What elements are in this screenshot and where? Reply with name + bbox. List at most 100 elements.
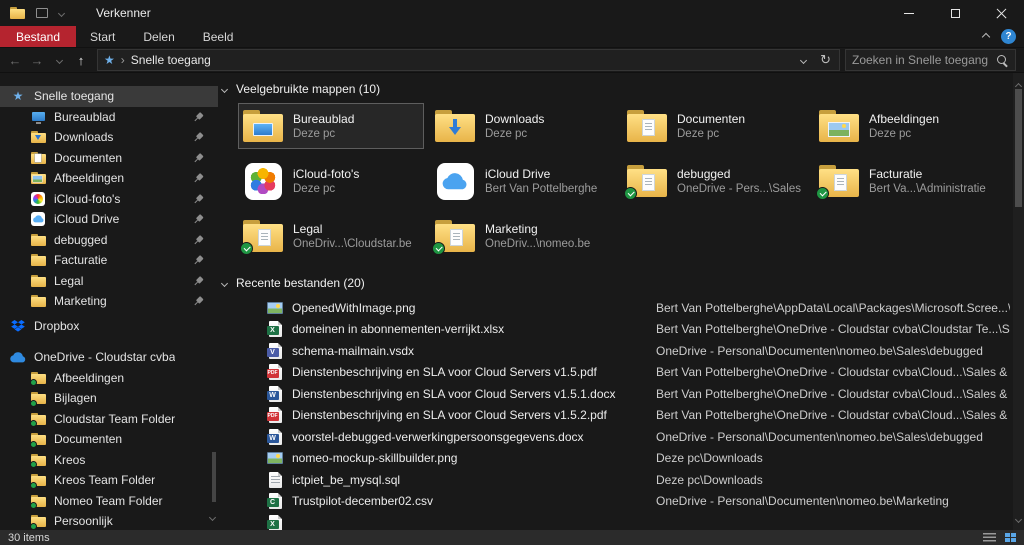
tab-bestand[interactable]: Bestand: [0, 26, 77, 47]
file-row[interactable]: nomeo-mockup-skillbuilder.png Deze pc\Do…: [222, 448, 1010, 470]
minimize-button[interactable]: [886, 0, 932, 26]
scrollbar-thumb[interactable]: [1015, 89, 1022, 207]
folder-tile-afbeeldingen[interactable]: Afbeeldingen Deze pc: [814, 103, 1000, 149]
pictures-folder-icon: [30, 171, 46, 186]
excel-file-icon: [266, 514, 284, 530]
quick-access-toolbar-icon[interactable]: [36, 8, 48, 18]
folder-tile-bureaublad[interactable]: Bureaublad Deze pc: [238, 103, 424, 149]
sidebar-item-debugged[interactable]: debugged: [0, 230, 218, 251]
sidebar-item-dropbox[interactable]: Dropbox: [0, 316, 218, 337]
breadcrumb-location[interactable]: Snelle toegang: [131, 53, 211, 67]
sidebar-item-downloads[interactable]: Downloads: [0, 127, 218, 148]
help-button[interactable]: ?: [1001, 29, 1016, 44]
folder-tile-downloads[interactable]: Downloads Deze pc: [430, 103, 616, 149]
folder-tile-marketing[interactable]: Marketing OneDriv...\nomeo.be: [430, 213, 616, 259]
sidebar-item-documenten[interactable]: Documenten: [0, 148, 218, 169]
file-name: domeinen in abonnementen-verrijkt.xlsx: [292, 322, 505, 337]
file-row[interactable]: ictpiet_be_mysql.sql Deze pc\Downloads: [222, 469, 1010, 491]
downloads-folder-icon: [433, 105, 477, 147]
icloud-drive-icon: [433, 160, 477, 202]
file-row[interactable]: schema-mailmain.vsdx OneDrive - Personal…: [222, 340, 1010, 362]
file-path: OneDrive - Personal\Documenten\nomeo.be\…: [656, 343, 983, 358]
folder-tile-documenten[interactable]: Documenten Deze pc: [622, 103, 808, 149]
file-name: voorstel-debugged-verwerkingpersoonsgege…: [292, 429, 584, 444]
sidebar-item-afbeeldingen[interactable]: Afbeeldingen: [0, 168, 218, 189]
close-button[interactable]: [978, 0, 1024, 26]
file-row[interactable]: Dienstenbeschrijving en SLA voor Cloud S…: [222, 362, 1010, 384]
recent-locations-button[interactable]: [48, 49, 70, 71]
search-box[interactable]: [845, 49, 1016, 71]
scroll-down-icon[interactable]: [1014, 511, 1023, 525]
details-view-button[interactable]: [983, 532, 996, 543]
collapse-section-icon[interactable]: [220, 85, 229, 93]
address-dropdown-icon[interactable]: [800, 56, 808, 64]
sidebar-item-snelle-toegang[interactable]: ★ Snelle toegang: [0, 86, 218, 107]
close-icon: [996, 8, 1007, 19]
sidebar-item-bureaublad[interactable]: Bureaublad: [0, 107, 218, 128]
folder-icon: [30, 232, 46, 247]
sidebar-item-kreos-team-folder[interactable]: Kreos Team Folder: [0, 470, 218, 491]
sidebar-item-kreos[interactable]: Kreos: [0, 450, 218, 471]
collapse-ribbon-icon[interactable]: [981, 32, 991, 41]
sidebar-item-label: Persoonlijk: [54, 514, 113, 529]
folder-name: debugged: [677, 166, 731, 181]
file-row[interactable]: [222, 512, 1010, 530]
frequent-folders-header[interactable]: Veelgebruikte mappen (10): [220, 81, 1010, 97]
synced-folder-icon: [30, 473, 46, 489]
folder-name: iCloud Drive: [485, 166, 551, 181]
sidebar-item-od-documenten[interactable]: Documenten: [0, 429, 218, 450]
ribbon-tab-bar: Bestand Start Delen Beeld ?: [0, 26, 1024, 48]
pin-icon: [190, 149, 207, 166]
sidebar-item-facturatie[interactable]: Facturatie: [0, 250, 218, 271]
dropbox-icon: [10, 318, 26, 333]
folder-name: Legal: [293, 221, 323, 236]
folder-tile-facturatie[interactable]: Facturatie Bert Va...\Administratie: [814, 158, 1000, 204]
folder-tile-debugged[interactable]: debugged OneDrive - Pers...\Sales: [622, 158, 808, 204]
status-bar: 30 items: [0, 530, 1024, 545]
collapse-section-icon[interactable]: [220, 279, 229, 287]
folder-tile-icloud-drive[interactable]: iCloud Drive Bert Van Pottelberghe: [430, 158, 616, 204]
sidebar-item-nomeo-team-folder[interactable]: Nomeo Team Folder: [0, 491, 218, 512]
recent-files-header[interactable]: Recente bestanden (20): [220, 275, 1010, 291]
tab-start[interactable]: Start: [76, 26, 129, 47]
tab-beeld[interactable]: Beeld: [189, 26, 248, 47]
pin-icon: [190, 272, 207, 289]
sidebar-item-icloud-drive[interactable]: iCloud Drive: [0, 209, 218, 230]
back-button[interactable]: ←: [4, 49, 26, 71]
content-scrollbar[interactable]: [1013, 73, 1024, 530]
search-icon[interactable]: [996, 54, 1009, 67]
csv-file-icon: [266, 493, 284, 510]
file-row[interactable]: domeinen in abonnementen-verrijkt.xlsx B…: [222, 319, 1010, 341]
sidebar-scrollbar-thumb[interactable]: [212, 452, 216, 502]
search-input[interactable]: [852, 53, 996, 67]
file-row[interactable]: Dienstenbeschrijving en SLA voor Cloud S…: [222, 383, 1010, 405]
sidebar-item-legal[interactable]: Legal: [0, 271, 218, 292]
sidebar-scroll-down-icon[interactable]: [208, 509, 217, 523]
synced-folder-icon: [30, 391, 46, 407]
sidebar-item-od-afbeeldingen[interactable]: Afbeeldingen: [0, 368, 218, 389]
navigation-pane: ★ Snelle toegang Bureaublad Downloads Do…: [0, 73, 218, 530]
folder-tile-legal[interactable]: Legal OneDriv...\Cloudstar.be: [238, 213, 424, 259]
sidebar-item-persoonlijk[interactable]: Persoonlijk: [0, 511, 218, 530]
quick-access-toolbar-chevron-icon[interactable]: [57, 9, 66, 17]
tab-delen[interactable]: Delen: [129, 26, 188, 47]
refresh-icon[interactable]: ↻: [820, 52, 831, 68]
file-row[interactable]: OpenedWithImage.png Bert Van Pottelbergh…: [222, 297, 1010, 319]
large-icons-view-button[interactable]: [1005, 533, 1016, 542]
up-button[interactable]: ↑: [70, 49, 92, 71]
forward-button[interactable]: →: [26, 49, 48, 71]
sidebar-item-onedrive-cloudstar[interactable]: OneDrive - Cloudstar cvba: [0, 347, 218, 368]
file-row[interactable]: voorstel-debugged-verwerkingpersoonsgege…: [222, 426, 1010, 448]
file-row[interactable]: Dienstenbeschrijving en SLA voor Cloud S…: [222, 405, 1010, 427]
sidebar-item-cloudstar-team-folder[interactable]: Cloudstar Team Folder: [0, 409, 218, 430]
onedrive-icon: [10, 350, 26, 365]
sidebar-item-marketing[interactable]: Marketing: [0, 291, 218, 312]
sidebar-item-label: Legal: [54, 273, 84, 288]
address-bar[interactable]: ★ › Snelle toegang ↻: [97, 49, 840, 71]
folder-tile-icloud-fotos[interactable]: iCloud-foto's Deze pc: [238, 158, 424, 204]
maximize-button[interactable]: [932, 0, 978, 26]
sidebar-item-bijlagen[interactable]: Bijlagen: [0, 388, 218, 409]
file-row[interactable]: Trustpilot-december02.csv OneDrive - Per…: [222, 491, 1010, 513]
sidebar-item-icloud-fotos[interactable]: iCloud-foto's: [0, 189, 218, 210]
file-name: OpenedWithImage.png: [292, 300, 416, 315]
